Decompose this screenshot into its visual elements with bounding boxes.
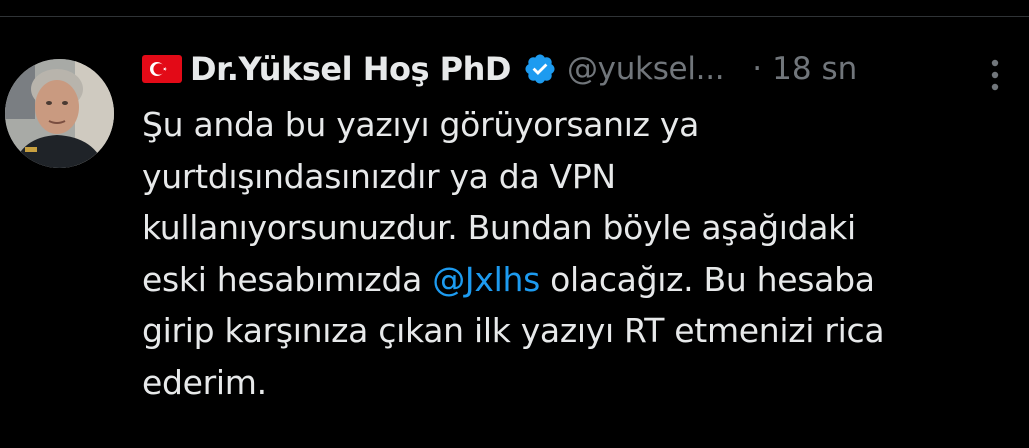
tweet-text-line: eski hesabımızda @Jxlhs olacağız. Bu hes… [142, 254, 1012, 306]
mention-link[interactable]: @Jxlhs [432, 260, 540, 299]
display-name[interactable]: Dr.Yüksel Hoş PhD [190, 50, 511, 88]
tweet[interactable]: Dr.Yüksel Hoş PhD @yuksel... · 18 sn Şu … [0, 17, 1029, 448]
tweet-text: Şu anda bu yazıyı görüyorsanız ya yurtdı… [142, 99, 1012, 408]
tweet-text-line: yurtdışındasınızdır ya da VPN [142, 156, 616, 196]
turkey-flag-icon [142, 55, 182, 83]
tweet-text-line: kullanıyorsunuzdur. Bundan böyle aşağıda… [142, 208, 856, 247]
tweet-text-segment: eski hesabımızda [142, 259, 433, 299]
separator-dot: · [752, 51, 763, 87]
verified-badge-icon[interactable] [523, 52, 557, 86]
avatar[interactable] [5, 59, 114, 168]
tweet-text-line: Şu anda bu yazıyı görüyorsanız ya [142, 105, 699, 144]
tweet-text-segment: olacağız. Bu hesaba [539, 259, 875, 299]
author-handle[interactable]: @yuksel... [567, 51, 725, 87]
timestamp[interactable]: 18 sn [772, 51, 857, 87]
tweet-text-line: ederim. [142, 362, 267, 402]
tweet-text-line: girip karşınıza çıkan ilk yazıyı RT etme… [142, 311, 885, 350]
more-options-icon[interactable] [982, 55, 1008, 95]
tweet-header: Dr.Yüksel Hoş PhD @yuksel... · 18 sn [142, 47, 1012, 91]
